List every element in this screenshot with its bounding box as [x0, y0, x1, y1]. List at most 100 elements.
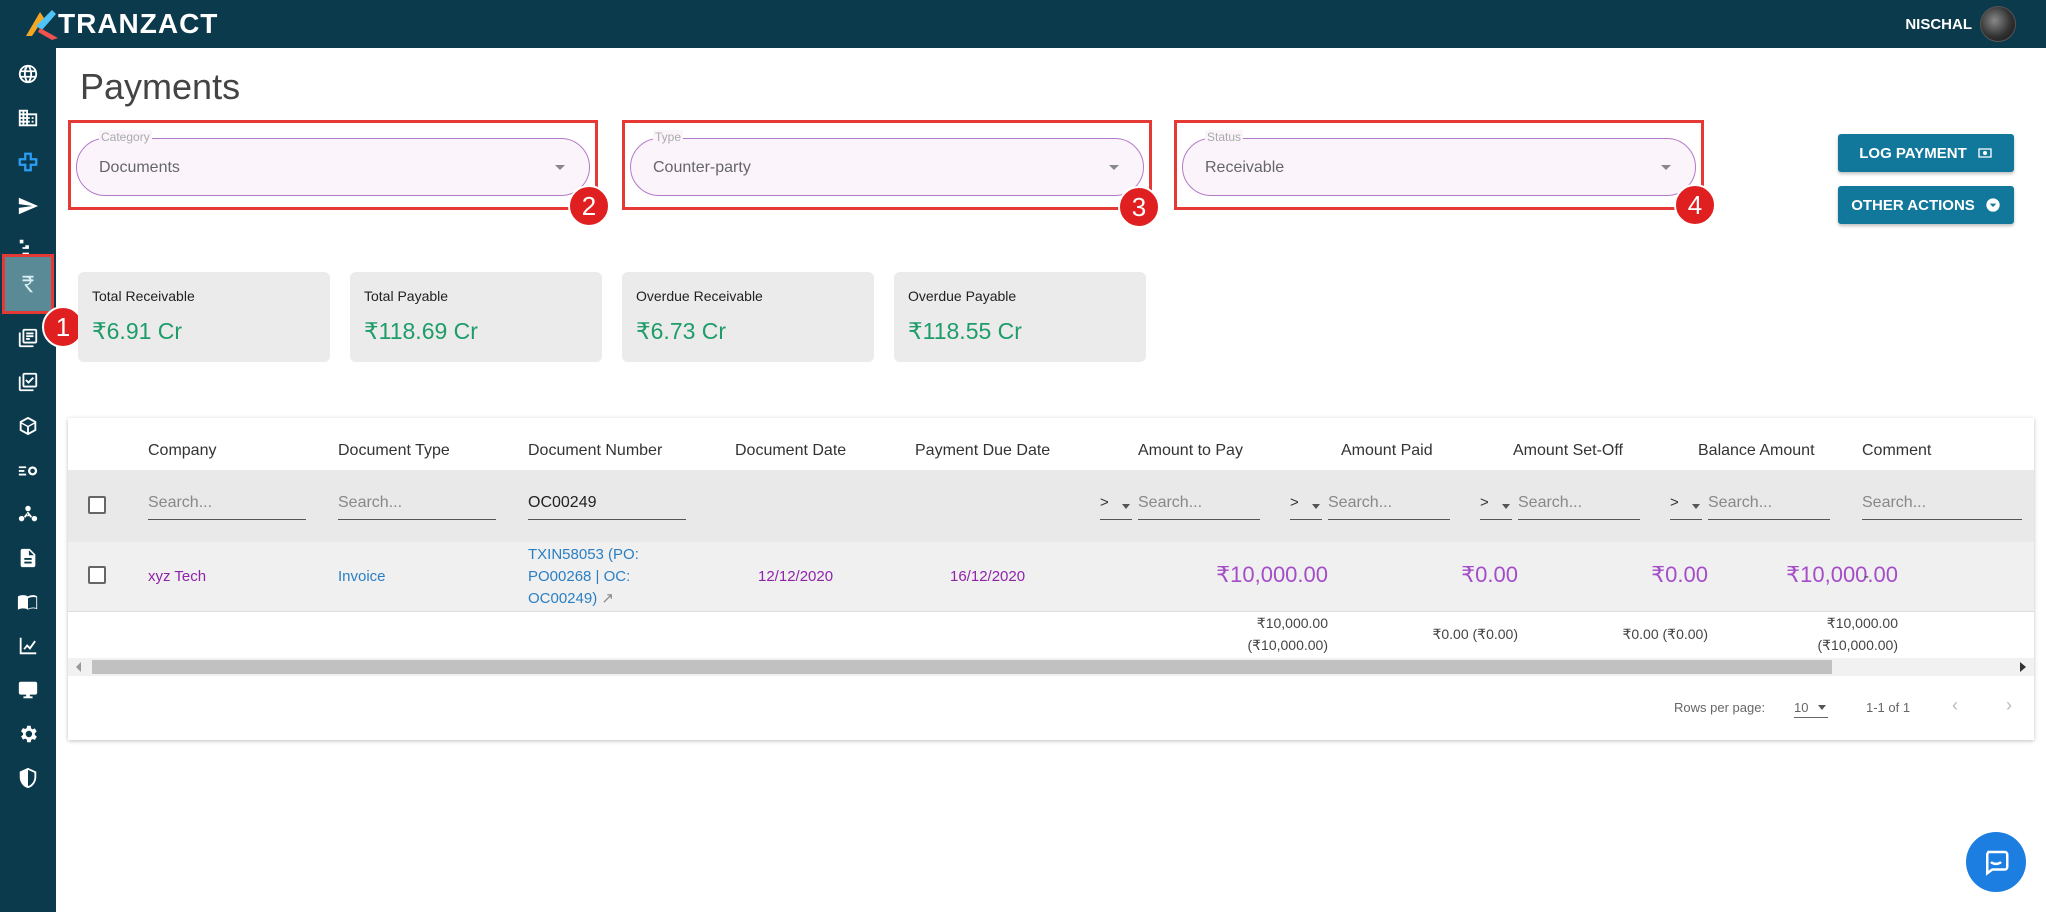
select-all-checkbox[interactable] — [88, 496, 106, 514]
card-value: ₹118.69 Cr — [364, 318, 478, 344]
building-icon[interactable] — [12, 102, 44, 134]
document-number-link[interactable]: TXIN58053 (PO: PO00268 | OC: OC00249) ↗ — [528, 544, 639, 610]
status-select[interactable]: Status Receivable — [1182, 130, 1696, 196]
payment-due-date-cell: 16/12/2020 — [950, 568, 1026, 585]
globe-icon[interactable] — [12, 58, 44, 90]
column-header-comment[interactable]: Comment — [1862, 442, 1931, 460]
amount-paid-total: ₹0.00 (₹0.00) — [1432, 626, 1518, 642]
monitor-icon[interactable] — [12, 674, 44, 706]
user-menu[interactable]: NISCHAL — [1905, 6, 2016, 42]
callout-4: 4 — [1674, 184, 1716, 226]
column-header-amount-set-off[interactable]: Amount Set-Off — [1513, 442, 1623, 460]
sidebar — [0, 48, 56, 912]
amount-to-pay-cell: ₹10,000.00 — [1216, 562, 1328, 587]
card-title: Overdue Receivable — [636, 288, 763, 304]
amount-to-pay-operator[interactable]: > — [1100, 494, 1132, 520]
chevron-down-icon — [1661, 165, 1671, 170]
chevron-down-icon — [1502, 504, 1510, 509]
external-link-icon: ↗ — [601, 590, 614, 607]
balance-amount-total-line-1: ₹10,000.00 — [1826, 615, 1898, 631]
operator-label: > — [1670, 494, 1679, 511]
gear-icon[interactable] — [12, 718, 44, 750]
avatar[interactable] — [1980, 6, 2016, 42]
balance-amount-operator[interactable]: > — [1670, 494, 1702, 520]
card-value: ₹6.91 Cr — [92, 318, 183, 344]
document-number-search-input[interactable]: OC00249 — [528, 494, 686, 520]
chart-icon[interactable] — [12, 630, 44, 662]
rupee-icon[interactable] — [2, 254, 54, 314]
amount-to-pay-total-line-1: ₹10,000.00 — [1256, 615, 1328, 631]
column-header-amount-paid[interactable]: Amount Paid — [1341, 442, 1433, 460]
horizontal-scrollbar[interactable] — [68, 658, 2034, 676]
column-header-balance-amount[interactable]: Balance Amount — [1698, 442, 1815, 460]
document-number-line-2: PO00268 | OC: — [528, 568, 631, 585]
scroll-right-icon[interactable] — [2020, 662, 2026, 672]
book-icon[interactable] — [12, 586, 44, 618]
company-search-input[interactable]: Search... — [148, 494, 306, 520]
callout-2: 2 — [568, 185, 610, 227]
card-title: Total Payable — [364, 288, 449, 304]
category-select[interactable]: Category Documents — [76, 130, 590, 196]
category-label: Category — [99, 130, 152, 144]
summary-card-total-receivable: Total Receivable ₹6.91 Cr — [78, 272, 330, 362]
chat-button[interactable] — [1966, 832, 2026, 892]
amount-paid-search-input[interactable]: Search... — [1328, 494, 1450, 520]
log-payment-button[interactable]: LOG PAYMENT — [1838, 134, 2014, 172]
network-icon[interactable] — [12, 498, 44, 530]
scrollbar-thumb[interactable] — [92, 660, 1832, 674]
rows-per-page-label: Rows per page: — [1674, 700, 1766, 715]
chevron-left-icon[interactable]: ‹ — [1952, 695, 1958, 716]
file-icon[interactable] — [12, 542, 44, 574]
rows-per-page-value: 10 — [1794, 700, 1809, 715]
totals-row: ₹10,000.00 (₹10,000.00) ₹0.00 (₹0.00) ₹0… — [68, 612, 2034, 658]
logo-icon — [26, 10, 58, 40]
row-checkbox[interactable] — [88, 566, 106, 584]
document-number-line-3-text: OC00249) — [528, 590, 598, 607]
company-cell[interactable]: xyz Tech — [148, 568, 206, 585]
column-header-company[interactable]: Company — [148, 442, 216, 460]
chevron-right-icon[interactable]: › — [2006, 695, 2012, 716]
document-date-cell: 12/12/2020 — [758, 568, 834, 585]
scroll-left-icon[interactable] — [76, 662, 81, 672]
column-header-document-date[interactable]: Document Date — [735, 442, 846, 460]
summary-card-overdue-payable: Overdue Payable ₹118.55 Cr — [894, 272, 1146, 362]
chevron-circle-icon — [1986, 198, 2000, 212]
other-actions-button[interactable]: OTHER ACTIONS — [1838, 186, 2014, 224]
settings-flow-icon[interactable] — [12, 454, 44, 486]
cube-icon[interactable] — [12, 410, 44, 442]
amount-set-off-total: ₹0.00 (₹0.00) — [1622, 626, 1708, 642]
type-label: Type — [653, 130, 684, 144]
pagination-range: 1-1 of 1 — [1866, 700, 1911, 715]
column-header-document-number[interactable]: Document Number — [528, 442, 662, 460]
table-row[interactable]: xyz Tech Invoice TXIN58053 (PO: PO00268 … — [68, 542, 2034, 612]
column-header-payment-due-date[interactable]: Payment Due Date — [915, 442, 1050, 460]
app-logo[interactable]: TRANZACT — [22, 4, 218, 44]
comment-search-input[interactable]: Search... — [1862, 494, 2022, 520]
amount-set-off-operator[interactable]: > — [1480, 494, 1512, 520]
plus-icon[interactable] — [12, 146, 44, 178]
summary-card-overdue-receivable: Overdue Receivable ₹6.73 Cr — [622, 272, 874, 362]
column-header-amount-to-pay[interactable]: Amount to Pay — [1138, 442, 1243, 460]
rows-per-page-select[interactable]: 10 — [1794, 700, 1828, 718]
card-title: Overdue Payable — [908, 288, 1017, 304]
category-value: Documents — [99, 159, 180, 176]
chevron-down-icon — [1109, 165, 1119, 170]
balance-amount-search-input[interactable]: Search... — [1708, 494, 1830, 520]
card-value: ₹118.55 Cr — [908, 318, 1022, 344]
payments-table: Company Document Type Document Number Do… — [68, 418, 2034, 740]
document-type-search-input[interactable]: Search... — [338, 494, 496, 520]
chat-icon — [1986, 850, 2009, 876]
checklist-icon[interactable] — [12, 366, 44, 398]
operator-label: > — [1100, 494, 1109, 511]
amount-paid-operator[interactable]: > — [1290, 494, 1322, 520]
column-header-document-type[interactable]: Document Type — [338, 442, 450, 460]
amount-set-off-search-input[interactable]: Search... — [1518, 494, 1640, 520]
other-actions-label: OTHER ACTIONS — [1851, 196, 1975, 214]
shield-icon[interactable] — [12, 762, 44, 794]
type-select[interactable]: Type Counter-party — [630, 130, 1144, 196]
documents-icon[interactable] — [12, 322, 44, 354]
document-type-cell[interactable]: Invoice — [338, 568, 386, 585]
send-icon[interactable] — [12, 190, 44, 222]
amount-to-pay-search-input[interactable]: Search... — [1138, 494, 1260, 520]
chevron-down-icon — [555, 165, 565, 170]
